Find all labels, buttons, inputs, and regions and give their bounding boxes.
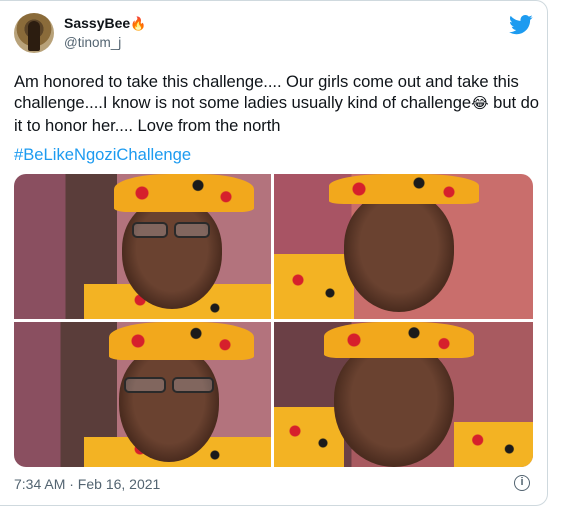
photo-4-cloth-right bbox=[454, 422, 533, 467]
photo-grid bbox=[14, 174, 533, 467]
photo-3-glasses-left bbox=[124, 377, 166, 393]
tweet-timestamp[interactable]: 7:34 AM · Feb 16, 2021 bbox=[14, 476, 160, 492]
tweet-card: SassyBee🔥 @tinom_j Am honored to take th… bbox=[0, 0, 548, 506]
photo-3-glasses-right bbox=[172, 377, 214, 393]
photo-2-face bbox=[344, 192, 454, 312]
photo-4-face bbox=[334, 342, 454, 467]
tweet-text: Am honored to take this challenge.... Ou… bbox=[14, 71, 539, 136]
fire-emoji-icon: 🔥 bbox=[130, 16, 147, 31]
tweet-text-part1: Am honored to take this challenge.... Ou… bbox=[14, 72, 519, 113]
photo-1-face bbox=[122, 199, 222, 309]
laughing-emoji-icon: 😂 bbox=[471, 95, 489, 113]
photo-4[interactable] bbox=[274, 322, 533, 467]
photo-4-cloth-left bbox=[274, 407, 344, 467]
photo-1-glasses-right bbox=[174, 222, 210, 238]
photo-1-glasses-left bbox=[132, 222, 168, 238]
author-handle[interactable]: @tinom_j bbox=[64, 35, 121, 50]
photo-2-cloth bbox=[274, 254, 354, 319]
twitter-bird-icon[interactable] bbox=[509, 15, 533, 35]
photo-4-headwrap bbox=[324, 322, 474, 358]
info-icon[interactable]: i bbox=[514, 475, 530, 491]
display-name-text: SassyBee bbox=[64, 15, 131, 31]
photo-1-headwrap bbox=[114, 174, 254, 212]
photo-3-headwrap bbox=[109, 322, 254, 360]
photo-2-headwrap bbox=[329, 174, 479, 204]
author-display-name[interactable]: SassyBee🔥 bbox=[64, 15, 146, 32]
photo-3-face bbox=[119, 347, 219, 462]
photo-3[interactable] bbox=[14, 322, 271, 467]
author-avatar[interactable] bbox=[14, 13, 54, 53]
photo-1[interactable] bbox=[14, 174, 271, 319]
hashtag-link[interactable]: #BeLikeNgoziChallenge bbox=[14, 145, 191, 165]
avatar-figure bbox=[28, 21, 40, 51]
photo-2[interactable] bbox=[274, 174, 533, 319]
